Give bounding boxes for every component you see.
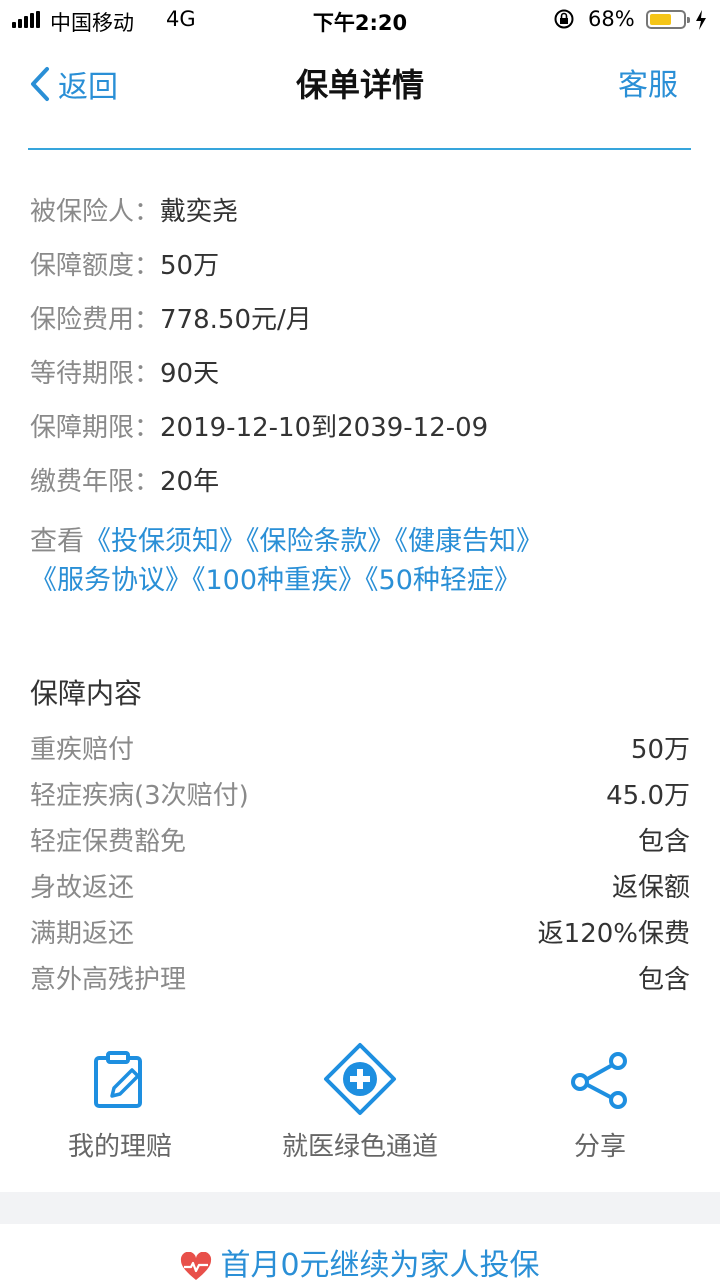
share-button[interactable]: 分享 <box>480 1050 720 1163</box>
coverage-row: 满期返还 返120%保费 <box>30 912 690 958</box>
link-critical-illness[interactable]: 《100种重疾》 <box>192 565 365 596</box>
coverage-title: 保障内容 <box>30 677 143 710</box>
coverage-row: 身故返还 返保额 <box>30 866 690 912</box>
info-row-premium: 保险费用： 778.50元/月 <box>30 300 690 354</box>
coverage-row: 重疾赔付 50万 <box>30 728 690 774</box>
link-terms[interactable]: 《保险条款》 <box>246 526 395 557</box>
link-health-notice[interactable]: 《健康告知》 <box>395 526 544 557</box>
policy-info: 被保险人： 戴奕尧 保障额度： 50万 保险费用： 778.50元/月 等待期限… <box>30 192 690 516</box>
nav-bar: 返回 保单详情 客服 <box>0 40 720 124</box>
coverage-value: 返120%保费 <box>537 919 690 949</box>
info-value: 778.50元/月 <box>160 305 312 335</box>
customer-service-button[interactable]: 客服 <box>618 60 678 104</box>
coverage-label: 身故返还 <box>30 873 135 903</box>
coverage-label: 意外高残护理 <box>30 965 187 995</box>
info-row-payment-years: 缴费年限： 20年 <box>30 462 690 516</box>
battery-icon <box>646 10 690 29</box>
info-row-insured: 被保险人： 戴奕尧 <box>30 192 690 246</box>
status-bar: 中国移动 4G 下午2:20 68% <box>0 0 720 40</box>
coverage-value: 45.0万 <box>606 781 690 811</box>
coverage-label: 轻症疾病(3次赔付) <box>30 781 249 811</box>
info-label: 保障额度： <box>30 251 161 281</box>
info-row-waiting: 等待期限： 90天 <box>30 354 690 408</box>
info-label: 缴费年限： <box>30 467 161 497</box>
info-value: 50万 <box>160 251 220 281</box>
link-mild-illness[interactable]: 《50种轻症》 <box>365 565 521 596</box>
coverage-row: 轻症疾病(3次赔付) 45.0万 <box>30 774 690 820</box>
info-value: 戴奕尧 <box>160 197 239 227</box>
coverage-value: 包含 <box>637 827 690 857</box>
info-value: 90天 <box>160 359 220 389</box>
coverage-label: 重疾赔付 <box>30 735 135 765</box>
my-claims-button[interactable]: 我的理赔 <box>0 1050 240 1163</box>
documents-prefix: 查看 <box>30 526 84 557</box>
medical-green-channel-label: 就医绿色通道 <box>281 1132 438 1162</box>
page-title: 保单详情 <box>295 66 424 104</box>
coverage-label: 轻症保费豁免 <box>30 827 187 857</box>
info-label: 保险费用： <box>30 305 161 335</box>
promo-text: 首月0元继续为家人投保 <box>220 1248 540 1283</box>
renew-promo-button[interactable]: 首月0元继续为家人投保 <box>0 1240 720 1284</box>
coverage-value: 包含 <box>637 965 690 995</box>
link-service-agreement[interactable]: 《服务协议》 <box>30 565 192 596</box>
rotation-lock-icon <box>554 9 574 29</box>
claim-form-icon <box>94 1051 142 1108</box>
info-row-amount: 保障额度： 50万 <box>30 246 690 300</box>
coverage-row: 意外高残护理 包含 <box>30 958 690 1004</box>
medical-green-channel-button[interactable]: 就医绿色通道 <box>240 1043 480 1163</box>
action-bar: 我的理赔 就医绿色通道 分享 <box>0 1043 720 1180</box>
charging-icon <box>696 10 706 30</box>
header-divider <box>28 148 691 150</box>
share-icon <box>571 1052 627 1109</box>
coverage-row: 轻症保费豁免 包含 <box>30 820 690 866</box>
section-gap <box>0 1192 720 1224</box>
document-links: 查看《投保须知》《保险条款》《健康告知》《服务协议》《100种重疾》《50种轻症… <box>30 522 690 600</box>
heart-pulse-icon <box>181 1251 212 1280</box>
link-notice[interactable]: 《投保须知》 <box>84 526 246 557</box>
medical-plus-icon <box>324 1043 396 1115</box>
info-label: 被保险人： <box>30 197 161 227</box>
info-value: 2019-12-10到2039-12-09 <box>160 413 489 443</box>
coverage-value: 50万 <box>630 735 690 765</box>
info-value: 20年 <box>160 467 220 497</box>
coverage-value: 返保额 <box>611 873 690 903</box>
coverage-label: 满期返还 <box>30 919 135 949</box>
info-label: 保障期限： <box>30 413 161 443</box>
info-row-period: 保障期限： 2019-12-10到2039-12-09 <box>30 408 690 462</box>
coverage-list: 重疾赔付 50万 轻症疾病(3次赔付) 45.0万 轻症保费豁免 包含 身故返还… <box>30 728 690 1004</box>
info-label: 等待期限： <box>30 359 161 389</box>
share-label: 分享 <box>573 1132 626 1162</box>
my-claims-label: 我的理赔 <box>67 1132 172 1162</box>
battery-percent: 68% <box>588 7 635 31</box>
